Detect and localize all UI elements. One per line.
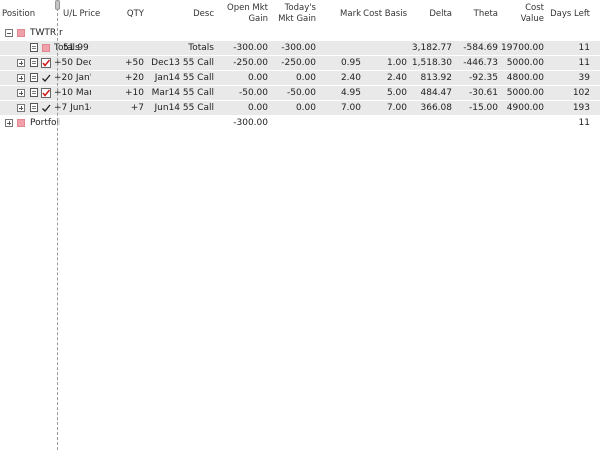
header-cost-basis[interactable]: Cost Basis xyxy=(362,0,407,28)
expand-toggle-icon[interactable] xyxy=(17,74,25,82)
position-row[interactable]: +7 Jun14 +7 Jun14 55 Call 0.00 0.00 7.00… xyxy=(0,101,600,115)
header-mark[interactable]: Mark xyxy=(320,0,361,28)
position-row[interactable]: +10 Mar1 +10 Mar14 55 Call -50.00 -50.00… xyxy=(0,86,600,100)
black-check-icon[interactable] xyxy=(41,103,51,113)
header-cost-value[interactable]: Cost Value xyxy=(500,0,544,28)
position-desc: Jun14 55 Call xyxy=(154,103,215,113)
collapse-toggle-icon[interactable] xyxy=(5,29,13,37)
position-name: +20 Jan' xyxy=(54,73,91,83)
splitter-drag-handle[interactable] xyxy=(55,0,60,10)
position-theta: -92.35 xyxy=(468,73,498,83)
totals-row[interactable]: Totals 51.99 Totals -300.00 -300.00 3,18… xyxy=(0,41,600,55)
position-cost-basis: 1.00 xyxy=(386,58,407,68)
portfolio-days-left: 11 xyxy=(578,118,590,128)
position-desc: Jan14 55 Call xyxy=(154,73,214,83)
position-qty: +50 xyxy=(125,58,144,68)
document-icon[interactable] xyxy=(30,58,38,67)
position-today-gain: -250.00 xyxy=(281,58,316,68)
position-desc: Dec13 55 Call xyxy=(151,58,214,68)
position-today-gain: 0.00 xyxy=(295,73,316,83)
position-today-gain: -50.00 xyxy=(286,88,316,98)
position-cost-value: 4800.00 xyxy=(506,73,544,83)
expand-toggle-icon[interactable] xyxy=(5,119,13,127)
position-days-left: 39 xyxy=(578,73,590,83)
black-check-icon[interactable] xyxy=(41,73,51,83)
position-days-left: 102 xyxy=(572,88,590,98)
position-days-left: 193 xyxy=(572,103,590,113)
position-delta: 366.08 xyxy=(420,103,453,113)
position-cost-value: 5000.00 xyxy=(506,58,544,68)
position-delta: 813.92 xyxy=(420,73,453,83)
totals-open-gain: -300.00 xyxy=(233,43,268,53)
position-mark: 4.95 xyxy=(340,88,361,98)
position-cost-basis: 5.00 xyxy=(386,88,407,98)
position-days-left: 11 xyxy=(578,58,590,68)
totals-delta: 3,182.77 xyxy=(411,43,452,53)
document-icon[interactable] xyxy=(30,88,38,97)
position-mark: 0.95 xyxy=(340,58,361,68)
header-todays-mkt-gain[interactable]: Today's Mkt Gain xyxy=(270,0,316,28)
portfolio-name: Portfoli xyxy=(30,118,60,128)
position-delta: 1,518.30 xyxy=(411,58,452,68)
position-today-gain: 0.00 xyxy=(295,103,316,113)
portfolio-row[interactable]: Portfoli -300.00 11 xyxy=(0,116,600,130)
position-open-gain: 0.00 xyxy=(247,73,268,83)
position-delta: 484.47 xyxy=(420,88,453,98)
position-theta: -30.61 xyxy=(468,88,498,98)
position-theta: -446.73 xyxy=(463,58,498,68)
red-check-icon[interactable] xyxy=(41,88,51,98)
position-cost-value: 4900.00 xyxy=(506,103,544,113)
totals-theta: -584.69 xyxy=(463,43,498,53)
header-qty[interactable]: QTY xyxy=(100,0,144,28)
red-check-icon[interactable] xyxy=(41,58,51,68)
document-icon[interactable] xyxy=(30,73,38,82)
header-days-left[interactable]: Days Left xyxy=(548,0,590,28)
portfolio-color-marker-icon xyxy=(17,119,25,127)
position-row[interactable]: +50 Dec' +50 Dec13 55 Call -250.00 -250.… xyxy=(0,56,600,70)
document-icon[interactable] xyxy=(30,43,38,52)
position-cost-basis: 7.00 xyxy=(386,103,407,113)
position-name: +7 Jun14 xyxy=(54,103,91,113)
position-name: +50 Dec' xyxy=(54,58,91,68)
totals-desc: Totals xyxy=(188,43,214,53)
expand-toggle-icon[interactable] xyxy=(17,89,25,97)
header-delta[interactable]: Delta xyxy=(410,0,452,28)
position-open-gain: -50.00 xyxy=(238,88,268,98)
position-qty: +20 xyxy=(125,73,144,83)
row-color-marker-icon xyxy=(42,44,50,52)
position-name: +10 Mar1 xyxy=(54,88,91,98)
expand-toggle-icon[interactable] xyxy=(17,59,25,67)
totals-days-left: 11 xyxy=(578,43,590,53)
position-mark: 7.00 xyxy=(340,103,361,113)
position-qty: +7 xyxy=(130,103,144,113)
position-cost-value: 5000.00 xyxy=(506,88,544,98)
positions-grid: Position U/L Price QTY Desc Open Mkt Gai… xyxy=(0,0,600,450)
position-row[interactable]: +20 Jan' +20 Jan14 55 Call 0.00 0.00 2.4… xyxy=(0,71,600,85)
position-open-gain: -250.00 xyxy=(233,58,268,68)
totals-cost-value: 19700.00 xyxy=(501,43,544,53)
position-theta: -15.00 xyxy=(468,103,498,113)
column-header-row: Position U/L Price QTY Desc Open Mkt Gai… xyxy=(0,0,600,28)
portfolio-open-gain: -300.00 xyxy=(233,118,268,128)
column-splitter-line[interactable] xyxy=(57,8,58,450)
position-mark: 2.40 xyxy=(340,73,361,83)
expand-toggle-icon[interactable] xyxy=(17,104,25,112)
document-icon[interactable] xyxy=(30,103,38,112)
group-name: TWTR r xyxy=(30,28,63,38)
header-position[interactable]: Position xyxy=(2,0,52,28)
position-desc: Mar14 55 Call xyxy=(151,88,214,98)
position-qty: +10 xyxy=(125,88,144,98)
group-color-marker-icon xyxy=(17,29,25,37)
header-open-mkt-gain[interactable]: Open Mkt Gain xyxy=(218,0,268,28)
totals-today-gain: -300.00 xyxy=(281,43,316,53)
position-cost-basis: 2.40 xyxy=(386,73,407,83)
header-desc[interactable]: Desc xyxy=(150,0,214,28)
header-theta[interactable]: Theta xyxy=(454,0,498,28)
position-open-gain: 0.00 xyxy=(247,103,268,113)
group-row[interactable]: TWTR r xyxy=(0,26,600,40)
totals-ul-price: 51.99 xyxy=(63,43,89,53)
